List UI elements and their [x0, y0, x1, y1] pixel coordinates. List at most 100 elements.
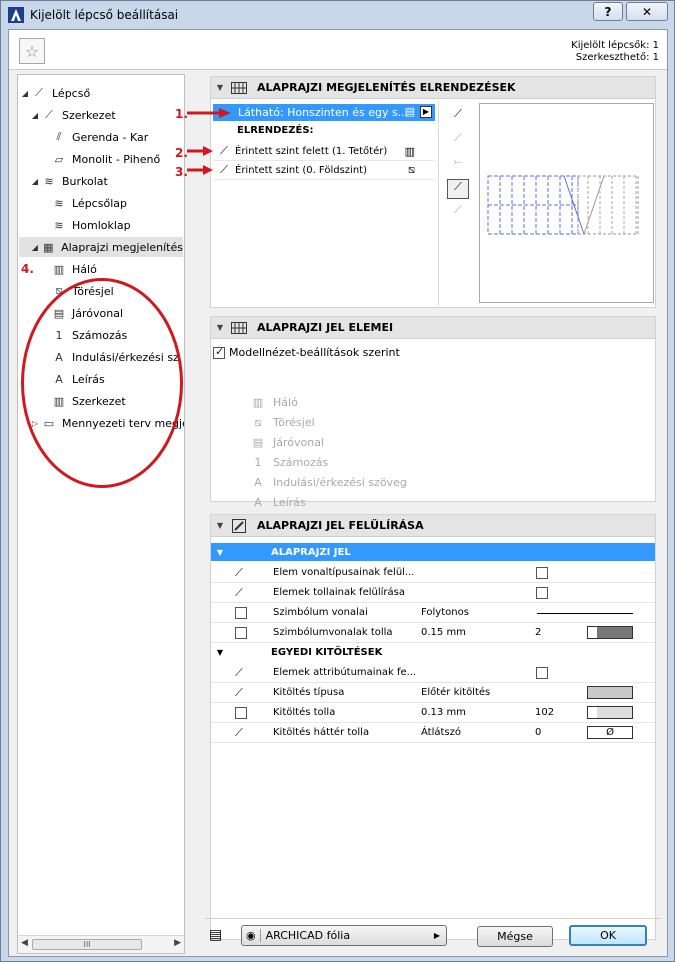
stair-break-line-2 [583, 175, 605, 235]
tree-item-gerenda-kar[interactable]: ⫽ Gerenda - Kar [50, 127, 149, 147]
annotation-4: 4. [21, 262, 34, 276]
panel1-header[interactable]: ▼ ALAPRAJZI MEGJELENÍTÉS ELRENDEZÉSEK [211, 77, 655, 99]
panel-floorplan-display: ▼ ALAPRAJZI MEGJELENÍTÉS ELRENDEZÉSEK Lá… [210, 76, 656, 308]
layout-label: ELRENDEZÉS: [237, 125, 314, 136]
fill-bg-pen-icon: ⟋ [235, 725, 243, 739]
selection-info: Kijelölt lépcsők: 1 Szerkeszthető: 1 [571, 40, 659, 64]
fill-swatch[interactable] [587, 686, 633, 699]
stair-preview-drawing [487, 175, 639, 235]
symbol-element-item: A Leírás [213, 493, 653, 512]
visible-row[interactable]: Látható: Honszinten és egy s... ▤ ▶ [213, 104, 435, 121]
help-button[interactable]: ? [593, 2, 623, 21]
panel2-header[interactable]: ▼ ALAPRAJZI JEL ELEMEI [211, 317, 655, 339]
override-row[interactable]: Szimbólumvonalak tolla 0.15 mm 2 [211, 623, 655, 643]
panel3-header[interactable]: ▼ ALAPRAJZI JEL FELÜLÍRÁSA [211, 515, 655, 537]
tree-item-lepcsolap[interactable]: ≋ Lépcsőlap [50, 193, 127, 213]
line-type-preview[interactable] [537, 613, 633, 614]
override-row[interactable]: ⟋ Kitöltés háttér tolla Átlátszó 0 Ø [211, 723, 655, 743]
cancel-button[interactable]: Mégse [477, 926, 553, 947]
model-view-checkbox[interactable] [213, 345, 225, 359]
override-checkbox[interactable] [536, 666, 548, 679]
override-checkbox[interactable] [536, 566, 548, 579]
symbol-line-icon [211, 606, 251, 619]
text-a-icon: A [254, 496, 262, 509]
override-row[interactable]: ⟋ Elem vonaltípusainak felül... [211, 563, 655, 583]
display-options-icon[interactable]: ▤ [405, 105, 415, 118]
view-toolbar: ⟋ ⟋ ⤚ ⟋ ⟋ [445, 105, 473, 245]
settings-tree: ◢ ⟋ Lépcső ◢ ⟋ Szerkezet ⫽ Gerenda - Kar ▱ Mon… [17, 74, 185, 954]
tree-item-burkolat[interactable]: ◢ ≋ Burkolat [30, 171, 108, 191]
row-above-level[interactable]: ⟋ Érintett szint felett (1. Tetőtér) ▥ [213, 142, 435, 161]
tread-icon: ≋ [54, 196, 64, 210]
top-bar: ☆ Kijelölt lépcsők: 1 Szerkeszthető: 1 [9, 30, 667, 70]
pen-override-icon: ⟋ [235, 585, 243, 599]
dialog-window: Kijelölt lépcső beállításai ? ✕ ☆ Kijelö… [0, 0, 675, 962]
text-a-icon: A [254, 476, 262, 489]
layer-dropdown[interactable]: ◉ ARCHICAD fólia ▶ [241, 925, 447, 946]
scroll-left-icon[interactable]: ◀ [21, 938, 28, 948]
symbol-element-item: A Indulási/érkezési szöveg [213, 473, 653, 492]
scroll-thumb[interactable]: III [32, 939, 142, 950]
stair-icon: ⟋ [35, 86, 43, 99]
dropdown-arrow-icon: ▶ [433, 931, 440, 940]
scroll-right-icon[interactable]: ▶ [174, 938, 181, 948]
collapse-triangle-icon: ▼ [216, 83, 224, 92]
fill-pen-icon [211, 706, 251, 719]
symbol-element-item: ⧅ Törésjel [213, 413, 653, 432]
override-row[interactable]: ⟋ Elemek tollainak felülírása [211, 583, 655, 603]
breakmark-icon: ⧅ [408, 163, 415, 176]
tree-item-szerkezet[interactable]: ◢ ⟋ Szerkezet [30, 105, 116, 125]
fill-pen-swatch[interactable] [587, 706, 633, 719]
background-pen-swatch[interactable]: Ø [587, 726, 633, 739]
section-egyedi-kitoltesek[interactable]: ▼ EGYEDI KITÖLTÉSEK [211, 643, 655, 661]
override-row[interactable]: Kitöltés tolla 0.13 mm 102 [211, 703, 655, 723]
tree-item-halo[interactable]: ▥ Háló [50, 259, 97, 279]
pen-swatch[interactable] [587, 626, 633, 639]
floorplan-icon [229, 81, 249, 95]
tree-item-monolit-piheno[interactable]: ▱ Monolit - Pihenő [50, 149, 160, 169]
fill-type-icon: ⟋ [235, 685, 243, 699]
view-cut-icon[interactable]: ⤚ [447, 155, 469, 175]
beam-icon: ⫽ [56, 130, 62, 143]
view-below-icon[interactable]: ⟋ [447, 203, 469, 223]
ok-button[interactable]: OK [569, 925, 647, 946]
editable-count: Szerkeszthető: 1 [575, 52, 659, 63]
section-alaprajzi-jel[interactable]: ▼ ALAPRAJZI JEL [211, 543, 655, 561]
view-current-icon[interactable]: ⟋ [447, 179, 469, 199]
layer-icon: ▤ [209, 927, 223, 943]
archicad-app-icon [8, 7, 24, 23]
floorplan-icon [229, 321, 249, 335]
tree-horizontal-scrollbar[interactable]: ◀ III ▶ [18, 935, 184, 953]
window-title: Kijelölt lépcső beállításai [30, 8, 179, 22]
override-row[interactable]: Szimbólum vonalai Folytonos [211, 603, 655, 623]
eye-icon: ◉ [246, 929, 256, 942]
panel1-title: ALAPRAJZI MEGJELENÍTÉS ELRENDEZÉSEK [257, 81, 516, 94]
close-button[interactable]: ✕ [626, 2, 668, 21]
panel-symbol-elements: ▼ ALAPRAJZI JEL ELEMEI Modellnézet-beáll… [210, 316, 656, 529]
favorites-star-icon[interactable]: ☆ [19, 38, 45, 64]
panel3-title: ALAPRAJZI JEL FELÜLÍRÁSA [257, 519, 424, 532]
view-above-icon[interactable]: ⟋ [447, 107, 469, 127]
symbol-element-item: ▤ Járóvonal [213, 433, 653, 452]
finish-icon: ≋ [44, 174, 54, 188]
panel2-title: ALAPRAJZI JEL ELEMEI [257, 321, 394, 334]
riser-icon: ≋ [54, 218, 64, 232]
collapse-triangle-icon: ▼ [216, 547, 224, 557]
model-view-checkbox-row[interactable]: Modellnézet-beállítások szerint [213, 343, 400, 362]
tree-item-lepcso[interactable]: ◢ ⟋ Lépcső [20, 83, 90, 103]
tree-item-alaprajzi-megjelenites[interactable]: ◢ ▦ Alaprajzi megjelenítés [19, 237, 183, 257]
view-above-dim-icon[interactable]: ⟋ [447, 131, 469, 151]
override-row[interactable]: ⟋ Kitöltés típusa Előtér kitöltés [211, 683, 655, 703]
annotation-circle [21, 278, 183, 488]
symbol-element-item: 1 Számozás [213, 453, 653, 472]
display-list: Látható: Honszinten és egy s... ▤ ▶ ELRE… [211, 100, 439, 306]
submenu-arrow-icon[interactable]: ▶ [420, 106, 432, 118]
symbol-element-item: ▥ Háló [213, 393, 653, 412]
line-override-icon: ⟋ [235, 565, 243, 579]
override-row[interactable]: ⟋ Elemek attribútumainak fe... [211, 663, 655, 683]
dialog-client: ☆ Kijelölt lépcsők: 1 Szerkeszthető: 1 ◢… [8, 29, 668, 957]
tree-item-homloklap[interactable]: ≋ Homloklap [50, 215, 130, 235]
row-current-level[interactable]: ⟋ Érintett szint (0. Földszint) ⧅ [213, 161, 435, 180]
override-checkbox[interactable] [536, 586, 548, 599]
selected-count: Kijelölt lépcsők: 1 [571, 40, 659, 51]
